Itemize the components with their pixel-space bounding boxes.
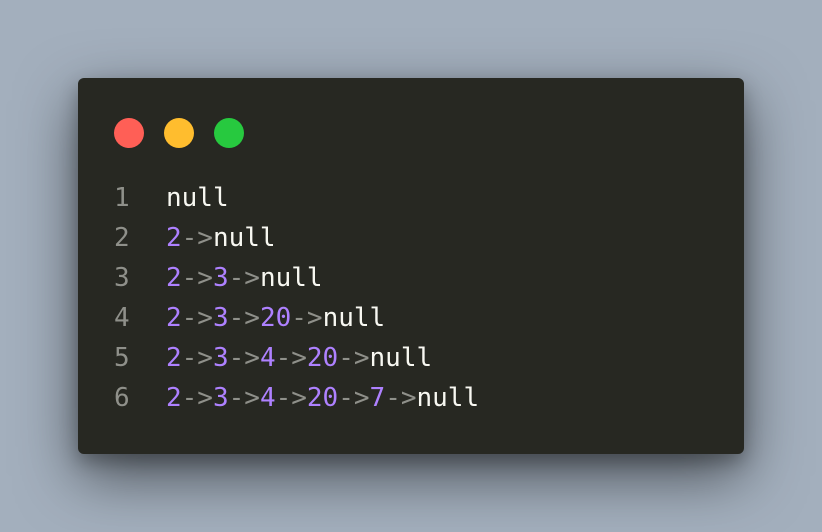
null-keyword: null [212, 223, 276, 253]
code-line: 4 2->3->20->null [114, 298, 479, 338]
arrow-token: -> [228, 303, 260, 333]
number-token: 2 [166, 223, 182, 253]
null-keyword: null [369, 343, 433, 373]
code-content: 2->3->null [166, 258, 323, 298]
null-keyword: null [416, 383, 480, 413]
null-keyword: null [322, 303, 386, 333]
number-token: 20 [259, 303, 292, 333]
arrow-token: -> [228, 343, 260, 373]
code-line: 5 2->3->4->20->null [114, 338, 479, 378]
number-token: 2 [166, 343, 182, 373]
number-token: 3 [212, 383, 229, 413]
arrow-token: -> [181, 343, 213, 373]
line-number: 2 [114, 223, 130, 253]
code-content: null [166, 178, 229, 218]
line-number: 3 [114, 263, 130, 293]
arrow-token: -> [228, 263, 260, 293]
arrow-token: -> [338, 383, 370, 413]
minimize-dot-icon[interactable] [164, 118, 194, 148]
line-number: 6 [114, 383, 130, 413]
code-content: 2->null [166, 218, 276, 258]
number-token: 4 [259, 343, 276, 373]
number-token: 7 [369, 383, 386, 413]
maximize-dot-icon[interactable] [214, 118, 244, 148]
line-number: 1 [114, 183, 130, 213]
close-dot-icon[interactable] [114, 118, 144, 148]
arrow-token: -> [385, 383, 417, 413]
code-line: 6 2->3->4->20->7->null [114, 378, 479, 418]
arrow-token: -> [181, 383, 213, 413]
arrow-token: -> [181, 263, 213, 293]
window-controls [114, 118, 244, 148]
code-content: 2->3->20->null [166, 298, 385, 338]
number-token: 3 [212, 343, 229, 373]
arrow-token: -> [275, 343, 307, 373]
code-block: 1 null 2 2->null 3 2->3->null 4 2->3->20->null 5… [114, 178, 479, 418]
null-keyword: null [259, 263, 323, 293]
line-number: 5 [114, 343, 130, 373]
arrow-token: -> [181, 303, 213, 333]
null-keyword: null [166, 183, 229, 213]
line-number: 4 [114, 303, 130, 333]
number-token: 3 [212, 263, 229, 293]
arrow-token: -> [291, 303, 323, 333]
code-content: 2->3->4->20->null [166, 338, 432, 378]
code-line: 2 2->null [114, 218, 479, 258]
number-token: 2 [166, 303, 182, 333]
code-line: 1 null [114, 178, 479, 218]
number-token: 4 [259, 383, 276, 413]
number-token: 20 [306, 343, 339, 373]
arrow-token: -> [228, 383, 260, 413]
number-token: 20 [306, 383, 339, 413]
code-window: 1 null 2 2->null 3 2->3->null 4 2->3->20->null 5… [78, 78, 744, 454]
code-content: 2->3->4->20->7->null [166, 378, 479, 418]
number-token: 2 [166, 263, 182, 293]
number-token: 3 [212, 303, 229, 333]
arrow-token: -> [181, 223, 213, 253]
arrow-token: -> [338, 343, 370, 373]
code-line: 3 2->3->null [114, 258, 479, 298]
number-token: 2 [166, 383, 182, 413]
arrow-token: -> [275, 383, 307, 413]
